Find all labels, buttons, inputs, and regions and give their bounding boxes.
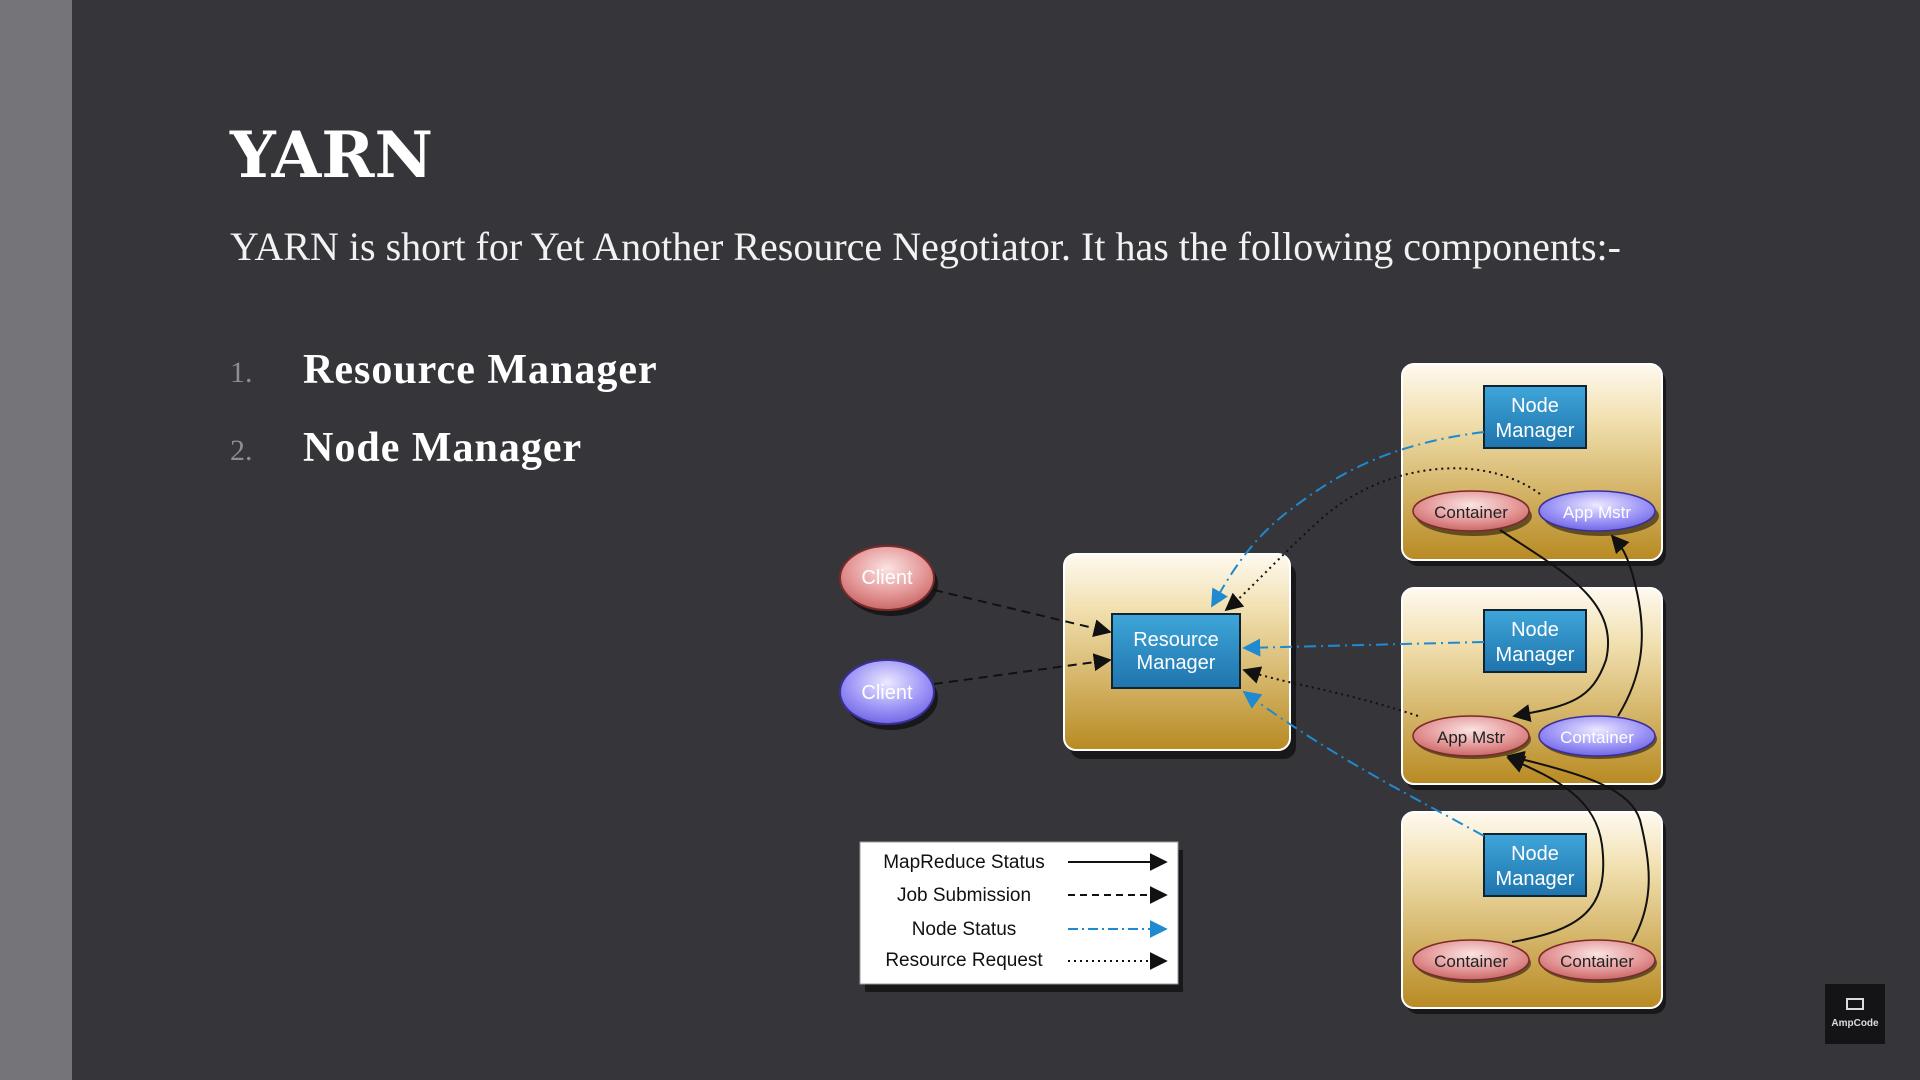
- node-box-3: Node Manager Container Container: [1401, 811, 1666, 1014]
- client-label: Client: [861, 682, 913, 704]
- node3-right-oval-label: Container: [1560, 952, 1634, 971]
- resource-manager-box: Resource Manager: [1063, 553, 1296, 759]
- node2-left-oval-label: App Mstr: [1437, 728, 1505, 747]
- node2-right-oval-label: Container: [1560, 728, 1634, 747]
- monitor-icon: [1846, 998, 1864, 1010]
- legend-label-node-status: Node Status: [912, 919, 1017, 940]
- node-manager-label-line1: Node: [1511, 619, 1559, 641]
- node1-right-oval-label: App Mstr: [1563, 503, 1631, 522]
- resource-manager-label-line1: Resource: [1133, 629, 1219, 651]
- legend-label-mapreduce-status: MapReduce Status: [883, 852, 1045, 873]
- node-manager-label-line2: Manager: [1496, 644, 1575, 666]
- node-manager-label-line1: Node: [1511, 395, 1559, 417]
- resource-manager-label-line2: Manager: [1137, 652, 1216, 674]
- node-manager-label-line2: Manager: [1496, 420, 1575, 442]
- ampcode-logo: AmpCode: [1825, 984, 1885, 1044]
- diagram-legend: MapReduce Status Job Submission Node Sta…: [859, 841, 1183, 992]
- node3-left-oval-label: Container: [1434, 952, 1508, 971]
- client-bottom: Client: [839, 659, 938, 730]
- node1-left-oval-label: Container: [1434, 503, 1508, 522]
- node-box-1: Node Manager Container App Mstr: [1401, 363, 1666, 566]
- legend-label-job-submission: Job Submission: [897, 885, 1031, 906]
- client-label: Client: [861, 567, 913, 589]
- node-manager-label-line1: Node: [1511, 843, 1559, 865]
- node-manager-label-line2: Manager: [1496, 868, 1575, 890]
- logo-text: AmpCode: [1831, 1018, 1879, 1029]
- client-top: Client: [839, 545, 938, 616]
- yarn-architecture-diagram: Resource Manager Node Manager Container …: [839, 363, 1666, 1014]
- node-box-2: Node Manager App Mstr Container: [1401, 587, 1666, 790]
- legend-label-resource-request: Resource Request: [885, 950, 1043, 971]
